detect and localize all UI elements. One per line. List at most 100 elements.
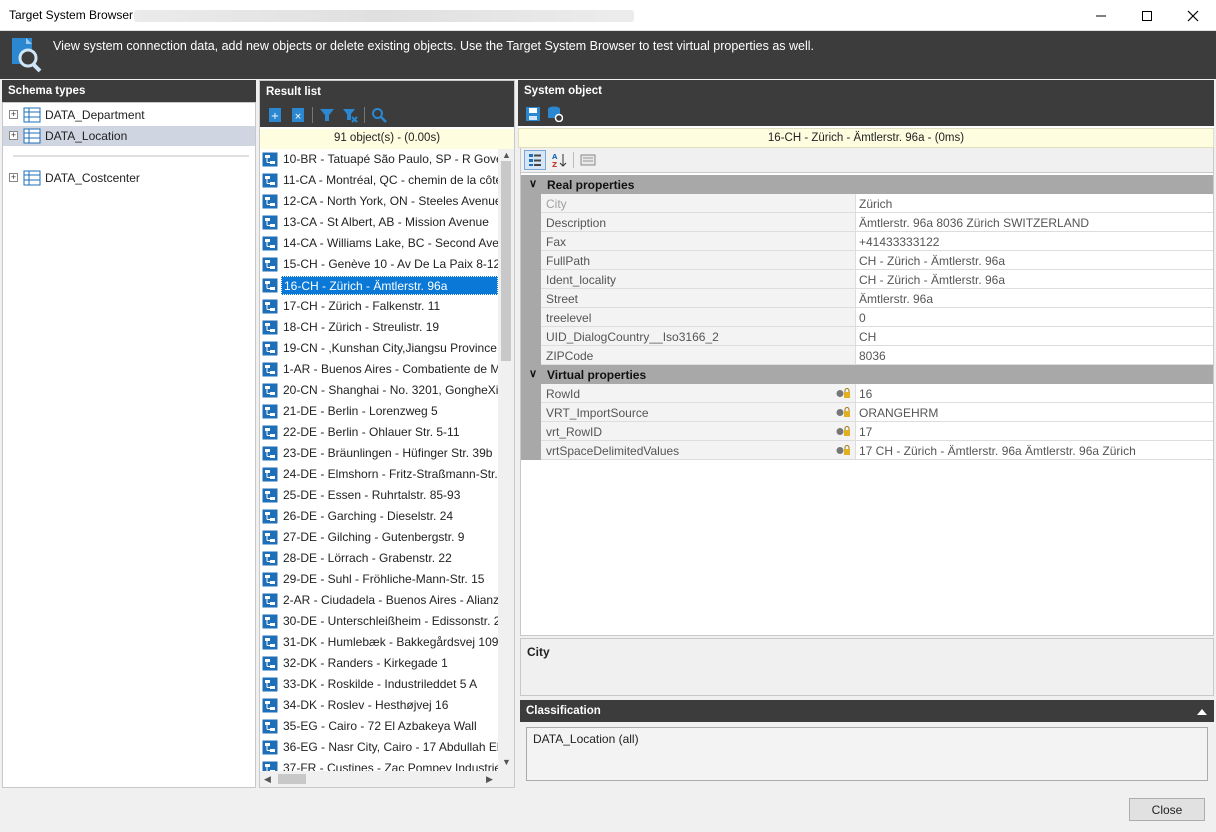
list-item[interactable]: 26-DE - Garching - Dieselstr. 24 <box>260 506 498 527</box>
category-real-properties[interactable]: ∨ Real properties <box>521 175 1213 194</box>
scroll-up-icon[interactable]: ▲ <box>502 150 511 160</box>
collapse-icon[interactable]: ∨ <box>529 367 537 380</box>
expand-icon[interactable]: + <box>9 110 18 119</box>
list-item[interactable]: 14-CA - Williams Lake, BC - Second Avenu… <box>260 233 498 254</box>
list-item[interactable]: 2-AR - Ciudadela - Buenos Aires - Alianz… <box>260 590 498 611</box>
list-item[interactable]: 33-DK - Roskilde - Industrileddet 5 A <box>260 674 498 695</box>
property-value[interactable]: CH - Zürich - Ämtlerstr. 96a <box>855 270 1213 289</box>
close-window-button[interactable] <box>1170 0 1216 31</box>
scroll-down-icon[interactable]: ▼ <box>502 757 511 767</box>
refresh-button[interactable] <box>546 105 564 123</box>
property-row[interactable]: City Zürich <box>521 194 1213 213</box>
property-value[interactable]: CH - Zürich - Ämtlerstr. 96a <box>855 251 1213 270</box>
property-row[interactable]: UID_DialogCountry__Iso3166_2 CH <box>521 327 1213 346</box>
object-icon <box>262 341 278 356</box>
object-icon <box>262 530 278 545</box>
property-value[interactable]: ORANGEHRM <box>855 403 1213 422</box>
list-item[interactable]: 22-DE - Berlin - Ohlauer Str. 5-11 <box>260 422 498 443</box>
list-item[interactable]: 35-EG - Cairo - 72 El Azbakeya Wall <box>260 716 498 737</box>
property-row[interactable]: FullPath CH - Zürich - Ämtlerstr. 96a <box>521 251 1213 270</box>
clear-filter-button[interactable] <box>341 106 359 124</box>
list-item[interactable]: 25-DE - Essen - Ruhrtalstr. 85-93 <box>260 485 498 506</box>
property-row[interactable]: RowId 16 <box>521 384 1213 403</box>
list-item[interactable]: 11-CA - Montréal, QC - chemin de la côte <box>260 170 498 191</box>
property-value[interactable]: 17 <box>855 422 1213 441</box>
property-value[interactable]: 0 <box>855 308 1213 327</box>
list-item[interactable]: 32-DK - Randers - Kirkegade 1 <box>260 653 498 674</box>
list-item[interactable]: 10-BR - Tatuapé São Paulo, SP - R Govern… <box>260 149 498 170</box>
collapse-icon[interactable]: ∨ <box>529 177 537 190</box>
list-item-label: 11-CA - Montréal, QC - chemin de la côte <box>283 173 498 187</box>
list-item[interactable]: 12-CA - North York, ON - Steeles Avenue <box>260 191 498 212</box>
property-name: treelevel <box>541 308 855 327</box>
property-value[interactable]: 8036 <box>855 346 1213 365</box>
scroll-right-icon[interactable]: ▶ <box>486 774 493 785</box>
tree-item-data-costcenter[interactable]: + DATA_Costcenter <box>3 168 255 188</box>
property-row[interactable]: Street Ämtlerstr. 96a <box>521 289 1213 308</box>
scroll-thumb[interactable] <box>501 161 511 361</box>
alphabetical-view-button[interactable]: AZ <box>548 150 570 170</box>
property-value[interactable]: 16 <box>855 384 1213 403</box>
property-row[interactable]: vrtSpaceDelimitedValues 17 CH - Zürich - … <box>521 441 1213 460</box>
property-value[interactable]: Ämtlerstr. 96a 8036 Zürich SWITZERLAND <box>855 213 1213 232</box>
tree-item-data-department[interactable]: + DATA_Department <box>3 105 255 125</box>
filter-button[interactable] <box>318 106 336 124</box>
scroll-thumb[interactable] <box>278 774 306 784</box>
property-grid-toolbar: AZ <box>520 148 1214 172</box>
result-horizontal-scrollbar[interactable]: ◀ ▶ <box>260 771 514 787</box>
maximize-button[interactable] <box>1124 0 1170 31</box>
property-row[interactable]: Ident_locality CH - Zürich - Ämtlerstr. 9… <box>521 270 1213 289</box>
property-row[interactable]: Fax +41433333122 <box>521 232 1213 251</box>
list-item[interactable]: 27-DE - Gilching - Gutenbergstr. 9 <box>260 527 498 548</box>
expand-icon[interactable]: + <box>9 131 18 140</box>
list-item[interactable]: 31-DK - Humlebæk - Bakkegårdsvej 109 <box>260 632 498 653</box>
collapse-up-icon[interactable] <box>1196 706 1208 716</box>
property-value[interactable]: 17 CH - Zürich - Ämtlerstr. 96a Ämtlerst… <box>855 441 1213 460</box>
toolbar-separator <box>364 107 365 123</box>
property-row[interactable]: vrt_RowID 17 <box>521 422 1213 441</box>
property-row[interactable]: VRT_ImportSource ORANGEHRM <box>521 403 1213 422</box>
classification-header[interactable]: Classification <box>520 700 1214 722</box>
property-value[interactable]: +41433333122 <box>855 232 1213 251</box>
property-row[interactable]: ZIPCode 8036 <box>521 346 1213 365</box>
property-row[interactable]: treelevel 0 <box>521 308 1213 327</box>
list-item[interactable]: 19-CN - ,Kunshan City,Jiangsu Province - <box>260 338 498 359</box>
list-item[interactable]: 34-DK - Roslev - Hesthøjvej 16 <box>260 695 498 716</box>
categorized-view-button[interactable] <box>524 150 546 170</box>
category-virtual-properties[interactable]: ∨ Virtual properties <box>521 365 1213 384</box>
property-row[interactable]: Description Ämtlerstr. 96a 8036 Zürich SW… <box>521 213 1213 232</box>
property-value[interactable]: CH <box>855 327 1213 346</box>
scroll-left-icon[interactable]: ◀ <box>264 774 271 785</box>
list-item-label: 2-AR - Ciudadela - Buenos Aires - Alianz… <box>283 593 498 607</box>
property-pages-button[interactable] <box>577 150 599 170</box>
list-item[interactable]: 28-DE - Lörrach - Grabenstr. 22 <box>260 548 498 569</box>
list-item[interactable]: 1-AR - Buenos Aires - Combatiente de Ma <box>260 359 498 380</box>
minimize-button[interactable] <box>1078 0 1124 31</box>
list-item[interactable]: 36-EG - Nasr City, Cairo - 17 Abdullah E… <box>260 737 498 758</box>
property-value[interactable]: Zürich <box>855 194 1213 213</box>
close-button[interactable]: Close <box>1129 798 1205 821</box>
list-item[interactable]: 21-DE - Berlin - Lorenzweg 5 <box>260 401 498 422</box>
list-item[interactable]: 16-CH - Zürich - Ämtlerstr. 96a <box>260 275 498 296</box>
list-item-label: 18-CH - Zürich - Streulistr. 19 <box>283 320 440 334</box>
delete-object-button[interactable]: × <box>289 106 307 124</box>
list-item[interactable]: 18-CH - Zürich - Streulistr. 19 <box>260 317 498 338</box>
expand-icon[interactable]: + <box>9 173 18 182</box>
system-object-header: System object <box>518 80 1214 102</box>
search-button[interactable] <box>370 106 388 124</box>
list-item[interactable]: 37-FR - Custines - Zac Pompey Industrie <box>260 758 498 771</box>
list-item[interactable]: 23-DE - Bräunlingen - Hüfinger Str. 39b <box>260 443 498 464</box>
property-value[interactable]: Ämtlerstr. 96a <box>855 289 1213 308</box>
save-button[interactable] <box>524 105 542 123</box>
tree-item-data-location[interactable]: + DATA_Location <box>3 126 255 146</box>
list-item[interactable]: 13-CA - St Albert, AB - Mission Avenue <box>260 212 498 233</box>
list-item[interactable]: 17-CH - Zürich - Falkenstr. 11 <box>260 296 498 317</box>
list-item[interactable]: 20-CN - Shanghai - No. 3201, GongheXin <box>260 380 498 401</box>
list-item[interactable]: 15-CH - Genève 10 - Av De La Paix 8-12 P <box>260 254 498 275</box>
database-refresh-icon <box>548 106 563 122</box>
result-vertical-scrollbar[interactable]: ▲ ▼ <box>498 149 514 771</box>
add-object-button[interactable]: + <box>266 106 284 124</box>
list-item[interactable]: 24-DE - Elmshorn - Fritz-Straßmann-Str. … <box>260 464 498 485</box>
list-item[interactable]: 30-DE - Unterschleißheim - Edissonstr. 2 <box>260 611 498 632</box>
list-item[interactable]: 29-DE - Suhl - Fröhliche-Mann-Str. 15 <box>260 569 498 590</box>
